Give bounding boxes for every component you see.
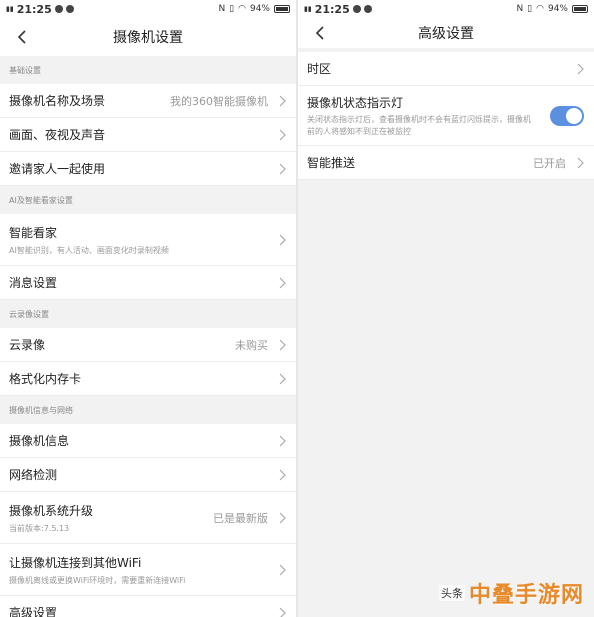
row-subtitle: 当前版本:7.5.13 (9, 523, 70, 533)
chevron-right-icon (279, 469, 286, 480)
row-label: 摄像机状态指示灯 (307, 95, 404, 110)
row-label: 智能推送 (307, 156, 356, 170)
status-bar: ▮▮ 21:25 N ▯ ◠ 94% (298, 0, 594, 18)
chevron-right-icon (279, 373, 286, 384)
app-notification-icon (65, 5, 74, 13)
row-message-settings[interactable]: 消息设置 (0, 266, 296, 300)
row-label: 时区 (307, 62, 332, 76)
notification-icon (54, 5, 63, 13)
nfc-icon: N (516, 4, 524, 14)
app-notification-icon (363, 5, 372, 13)
row-label: 让摄像机连接到其他WiFi (9, 555, 142, 570)
chevron-right-icon (279, 435, 286, 446)
status-time: 21:25 (16, 2, 52, 16)
back-arrow-icon[interactable] (312, 24, 330, 42)
row-label: 云录像 (9, 338, 46, 352)
indicator-light-toggle[interactable] (550, 105, 584, 126)
chevron-right-icon (577, 157, 584, 168)
signal-icon: ▮▮ (6, 5, 14, 13)
row-value: 已开启 (533, 156, 566, 170)
row-cloud-recording[interactable]: 云录像 未购买 (0, 328, 296, 362)
row-invite-family[interactable]: 邀请家人一起使用 (0, 152, 296, 186)
battery-icon (572, 5, 588, 13)
row-value: 未购买 (235, 338, 268, 352)
battery-percent: 94% (249, 4, 270, 14)
row-time-zone[interactable]: 时区 (298, 52, 594, 86)
wifi-icon: ◠ (238, 4, 246, 14)
row-label: 高级设置 (9, 606, 58, 617)
chevron-right-icon (279, 95, 286, 106)
left-screen: ▮▮ 21:25 N ▯ ◠ 94% 摄像机设置 基础设置 摄像机名称及场景 我… (0, 0, 296, 617)
row-label: 网络检测 (9, 468, 58, 482)
nfc-icon: N (218, 4, 226, 14)
row-smart-home-watch[interactable]: 智能看家 AI智能识别，有人活动、画面变化时录制视频 (0, 214, 296, 266)
notification-icon (352, 5, 361, 13)
chevron-right-icon (279, 234, 286, 245)
battery-icon (274, 5, 290, 13)
vibrate-icon: ▯ (229, 4, 235, 14)
watermark-source: 头条 (438, 585, 465, 601)
row-label: 消息设置 (9, 276, 58, 290)
toggle-knob (566, 107, 582, 124)
row-subtitle: 关闭状态指示灯后，查看摄像机时不会有蓝灯闪烁提示，摄像机前的人将感知不到正在被监… (307, 114, 531, 136)
row-smart-push[interactable]: 智能推送 已开启 (298, 146, 594, 180)
row-picture-night-sound[interactable]: 画面、夜视及声音 (0, 118, 296, 152)
row-label: 格式化内存卡 (9, 372, 82, 386)
chevron-right-icon (279, 129, 286, 140)
chevron-right-icon (279, 607, 286, 617)
chevron-right-icon (279, 512, 286, 523)
row-subtitle: 摄像机离线或更换WiFi环境时，需要重新连接WiFi (9, 575, 186, 585)
row-advanced-settings[interactable]: 高级设置 (0, 596, 296, 617)
row-subtitle: AI智能识别，有人活动、画面变化时录制视频 (9, 245, 169, 255)
row-label: 智能看家 (9, 225, 58, 240)
row-status-indicator-light: 摄像机状态指示灯 关闭状态指示灯后，查看摄像机时不会有蓝灯闪烁提示，摄像机前的人… (298, 86, 594, 146)
row-format-sd-card[interactable]: 格式化内存卡 (0, 362, 296, 396)
back-arrow-icon[interactable] (14, 28, 32, 46)
vibrate-icon: ▯ (527, 4, 533, 14)
row-system-upgrade[interactable]: 摄像机系统升级 当前版本:7.5.13 已是最新版 (0, 492, 296, 544)
group-header-cloud: 云录像设置 (0, 300, 296, 328)
page-title: 高级设置 (418, 26, 474, 42)
row-label: 摄像机信息 (9, 434, 70, 448)
page-title: 摄像机设置 (113, 30, 183, 46)
nav-bar: 摄像机设置 (0, 18, 296, 56)
row-label: 邀请家人一起使用 (9, 162, 106, 176)
battery-percent: 94% (547, 4, 568, 14)
signal-icon: ▮▮ (304, 5, 312, 13)
chevron-right-icon (279, 564, 286, 575)
right-screen: ▮▮ 21:25 N ▯ ◠ 94% 高级设置 时区 摄像机状态指示灯 关闭状态… (298, 0, 594, 617)
row-camera-name[interactable]: 摄像机名称及场景 我的360智能摄像机 (0, 84, 296, 118)
row-label: 画面、夜视及声音 (9, 128, 106, 142)
row-value: 已是最新版 (213, 511, 268, 525)
nav-bar: 高级设置 (298, 18, 594, 48)
chevron-right-icon (279, 277, 286, 288)
chevron-right-icon (279, 339, 286, 350)
group-header-ai: AI及智能看家设置 (0, 186, 296, 214)
group-header-info-network: 摄像机信息与网络 (0, 396, 296, 424)
row-camera-info[interactable]: 摄像机信息 (0, 424, 296, 458)
wifi-icon: ◠ (536, 4, 544, 14)
chevron-right-icon (279, 163, 286, 174)
status-time: 21:25 (314, 2, 350, 16)
row-value: 我的360智能摄像机 (170, 94, 268, 108)
watermark: 头条 中叠手游网 (438, 577, 584, 609)
row-label: 摄像机系统升级 (9, 503, 94, 518)
row-label: 摄像机名称及场景 (9, 94, 106, 108)
watermark-logo: 中叠手游网 (468, 583, 584, 608)
row-network-check[interactable]: 网络检测 (0, 458, 296, 492)
row-connect-other-wifi[interactable]: 让摄像机连接到其他WiFi 摄像机离线或更换WiFi环境时，需要重新连接WiFi (0, 544, 296, 596)
status-bar: ▮▮ 21:25 N ▯ ◠ 94% (0, 0, 296, 18)
chevron-right-icon (577, 63, 584, 74)
group-header-basic: 基础设置 (0, 56, 296, 84)
